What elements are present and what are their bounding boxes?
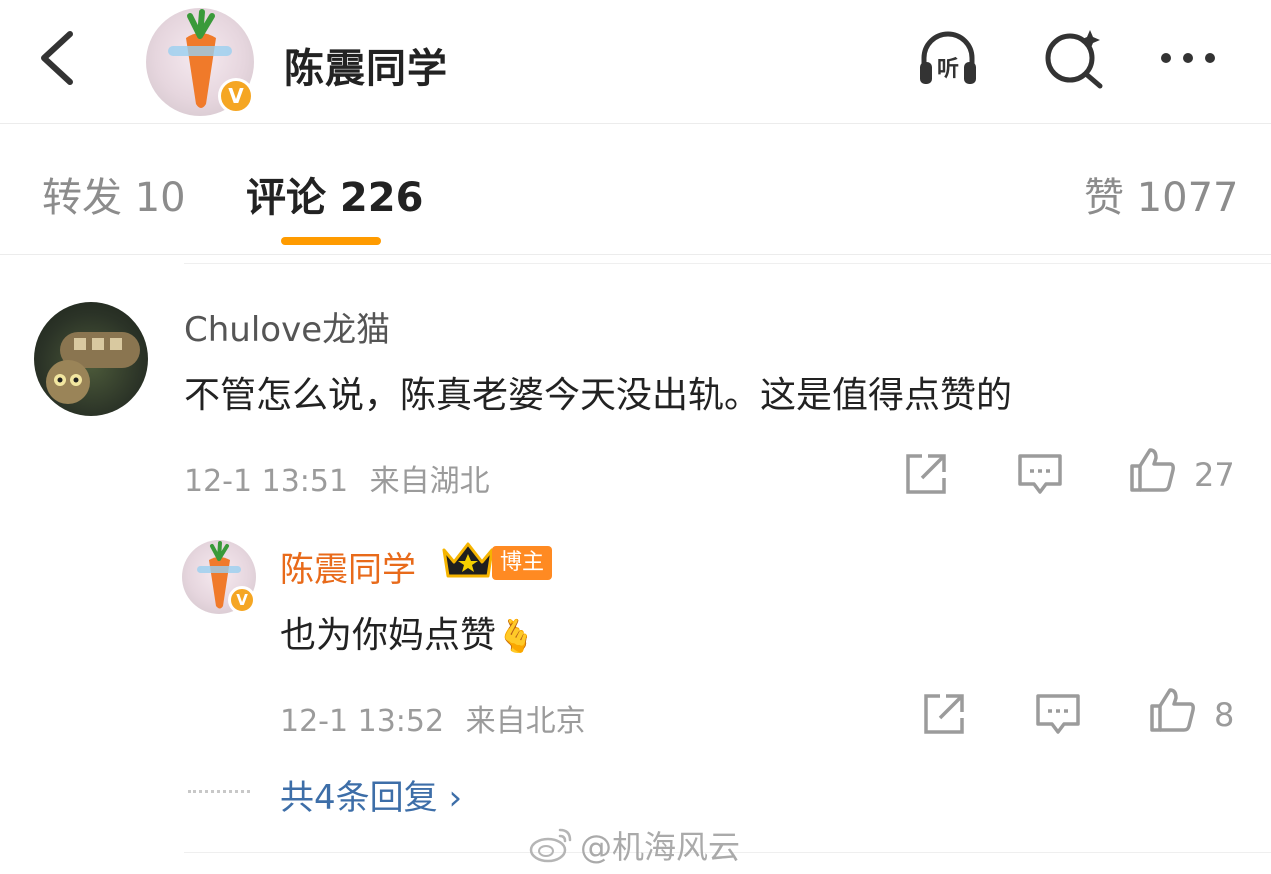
reply-location: 来自北京 <box>465 704 586 739</box>
avatar[interactable] <box>34 302 148 416</box>
view-all-replies-link[interactable]: 共4条回复 › <box>280 770 462 819</box>
tab-comments[interactable]: 评论 226 <box>246 165 423 223</box>
blogger-tag: 博主 <box>492 546 553 580</box>
comment-meta: 12-1 13:51 来自湖北 <box>184 456 490 500</box>
reply-text: 也为你妈点赞🫰 <box>280 606 536 658</box>
crown-level-icon <box>442 542 494 578</box>
reply-time: 12-1 13:52 <box>280 704 445 739</box>
reply-meta: 12-1 13:52 来自北京 <box>280 696 586 740</box>
comment-like-count: 27 <box>1194 456 1235 494</box>
comment-text: 不管怎么说，陈真老婆今天没出轨。这是值得点赞的 <box>184 375 1013 416</box>
share-icon[interactable] <box>902 450 950 498</box>
finger-heart-emoji: 🫰 <box>496 617 536 655</box>
comment-icon[interactable] <box>1034 690 1082 738</box>
active-tab-indicator <box>281 237 381 245</box>
comment-time: 12-1 13:51 <box>184 464 349 499</box>
comment-username[interactable]: Chulove龙猫 <box>184 302 390 351</box>
divider <box>184 263 1271 264</box>
reply-username[interactable]: 陈震同学 <box>280 542 416 591</box>
reply-text-body: 也为你妈点赞 <box>280 615 497 656</box>
search-sparkle-icon[interactable] <box>1042 26 1106 90</box>
watermark: @机海风云 <box>580 828 741 866</box>
tab-reposts[interactable]: 转发 10 <box>42 165 186 223</box>
listen-icon[interactable]: 听 <box>916 26 980 90</box>
thumbs-up-icon[interactable] <box>1148 686 1196 734</box>
page-title: 陈震同学 <box>284 46 448 92</box>
dotted-connector <box>188 790 250 794</box>
reply-like-count: 8 <box>1214 696 1235 734</box>
share-icon[interactable] <box>920 690 968 738</box>
tab-likes[interactable]: 赞 1077 <box>1084 165 1239 223</box>
more-icon[interactable] <box>1156 26 1220 90</box>
catbus-icon <box>46 332 140 404</box>
verified-badge-icon: V <box>218 78 254 114</box>
comment-location: 来自湖北 <box>369 464 490 499</box>
tab-bar: 转发 10 评论 226 赞 1077 <box>0 125 1271 255</box>
verified-badge-icon: V <box>228 586 256 614</box>
weibo-logo-icon <box>529 828 572 863</box>
back-icon[interactable] <box>30 26 86 90</box>
listen-label: 听 <box>937 57 959 82</box>
comment-icon[interactable] <box>1016 450 1064 498</box>
thumbs-up-icon[interactable] <box>1128 446 1176 494</box>
top-bar: V 陈震同学 听 <box>0 0 1271 124</box>
